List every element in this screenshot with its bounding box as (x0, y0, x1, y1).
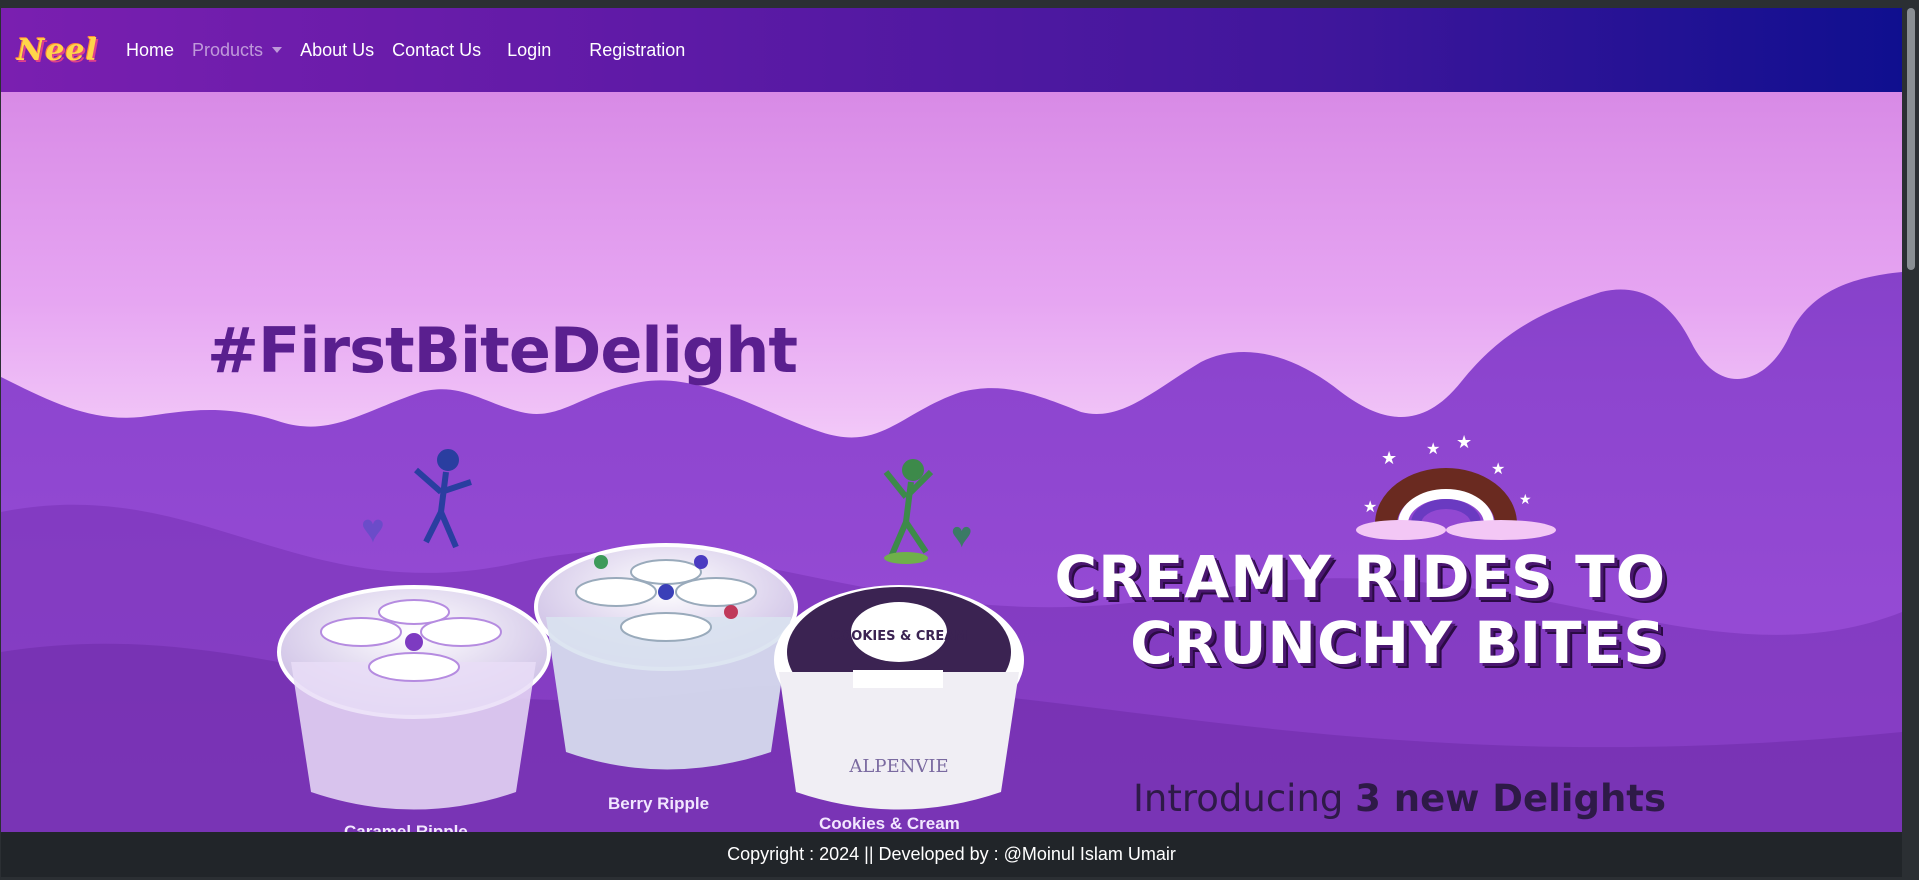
scrollbar-thumb[interactable] (1907, 8, 1915, 270)
brand-logo[interactable]: Neel (17, 33, 98, 68)
svg-text:★: ★ (1363, 499, 1377, 516)
hero-headline: CREAMY RIDES TO CRUNCHY BITES (1055, 544, 1666, 676)
rainbow-badge: ★ ★ ★ ★ ★ ★ (1356, 432, 1556, 540)
product-label-berry: Berry Ripple (608, 794, 710, 813)
berry-ripple-cup (534, 543, 798, 770)
nav-home-link[interactable]: Home (126, 40, 174, 61)
browser-frame: Neel Home Products About Us Contact Us L… (0, 0, 1903, 880)
nav-registration-link[interactable]: Registration (589, 40, 685, 61)
product-label-caramel: Caramel Ripple (344, 822, 468, 832)
footer-copyright: Copyright : 2024 || Developed by : @Moin… (727, 844, 1176, 864)
nav-about-link[interactable]: About Us (300, 40, 374, 61)
chevron-down-icon (272, 47, 283, 53)
nav-products-dropdown[interactable]: Products (192, 39, 283, 61)
svg-text:★: ★ (1381, 448, 1397, 468)
hero-artwork: COOKIES & CREAM ALPENVIE ★ ★ ★ ★ ★ ★ ♥ ♥ (1, 92, 1902, 832)
svg-text:★: ★ (1426, 441, 1440, 458)
dancing-figure-2 (883, 459, 934, 564)
cup-brand-text: ALPENVIE (848, 756, 948, 777)
svg-text:★: ★ (1519, 491, 1532, 507)
vertical-scrollbar[interactable] (1903, 0, 1919, 880)
hashtag-title: #FirstBiteDelight (207, 314, 798, 387)
heart-icon: ♥ (361, 507, 385, 551)
headline-line-2: CRUNCHY BITES (1130, 609, 1666, 677)
nav-login-link[interactable]: Login (507, 40, 551, 61)
nav-contact-link[interactable]: Contact Us (392, 40, 481, 61)
page-footer: Copyright : 2024 || Developed by : @Moin… (1, 832, 1902, 877)
product-label-cookies: Cookies & Cream (819, 814, 960, 832)
hero-banner: COOKIES & CREAM ALPENVIE ★ ★ ★ ★ ★ ★ ♥ ♥ (1, 92, 1902, 832)
svg-text:★: ★ (1456, 432, 1472, 452)
headline-line-1: CREAMY RIDES TO (1054, 543, 1666, 611)
subline-prefix: Introducing (1132, 777, 1356, 820)
caramel-ripple-cup (277, 585, 551, 810)
subline-bold: 3 new Delights (1355, 777, 1666, 820)
heart-icon: ♥ (951, 514, 972, 555)
cup-lid-text: COOKIES & CREAM (831, 629, 968, 644)
hero-subline: Introducing 3 new Delights (1133, 777, 1666, 820)
nav-products-label: Products (192, 39, 264, 60)
svg-text:★: ★ (1491, 461, 1505, 478)
dancing-figure-1 (414, 449, 472, 549)
top-navbar: Neel Home Products About Us Contact Us L… (1, 8, 1902, 92)
